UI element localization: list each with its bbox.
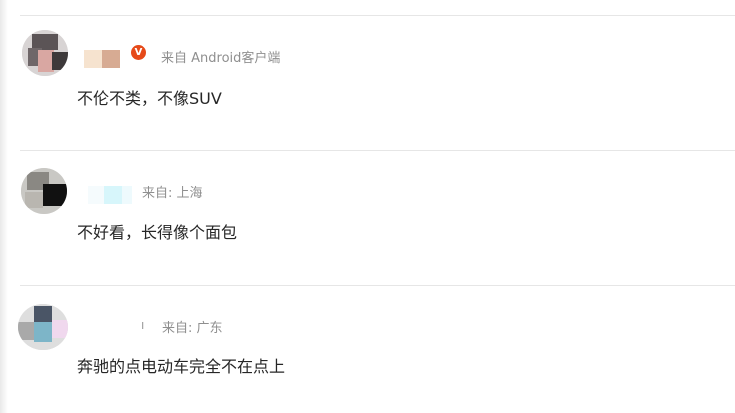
username[interactable] (88, 186, 132, 204)
username[interactable]: ı (141, 318, 144, 332)
comment-source: 来自 Android客户端 (161, 51, 281, 66)
comment-text: 不好看，长得像个面包 (77, 223, 238, 242)
divider (20, 15, 735, 16)
avatar[interactable] (22, 30, 68, 76)
comment-list: V 来自 Android客户端 不伦不类，不像SUV 来自: 上海 不好看，长得… (0, 0, 735, 413)
verified-badge-icon: V (131, 45, 146, 60)
avatar[interactable] (21, 168, 67, 214)
divider (20, 150, 735, 151)
comment-source: 来自: 上海 (142, 186, 203, 201)
comment-text: 奔驰的点电动车完全不在点上 (77, 357, 286, 376)
comment-text: 不伦不类，不像SUV (77, 89, 222, 108)
comment-source: 来自: 广东 (162, 321, 223, 336)
panel-edge-shadow (0, 0, 8, 413)
divider (20, 285, 735, 286)
username[interactable] (84, 50, 120, 68)
avatar[interactable] (18, 304, 68, 350)
